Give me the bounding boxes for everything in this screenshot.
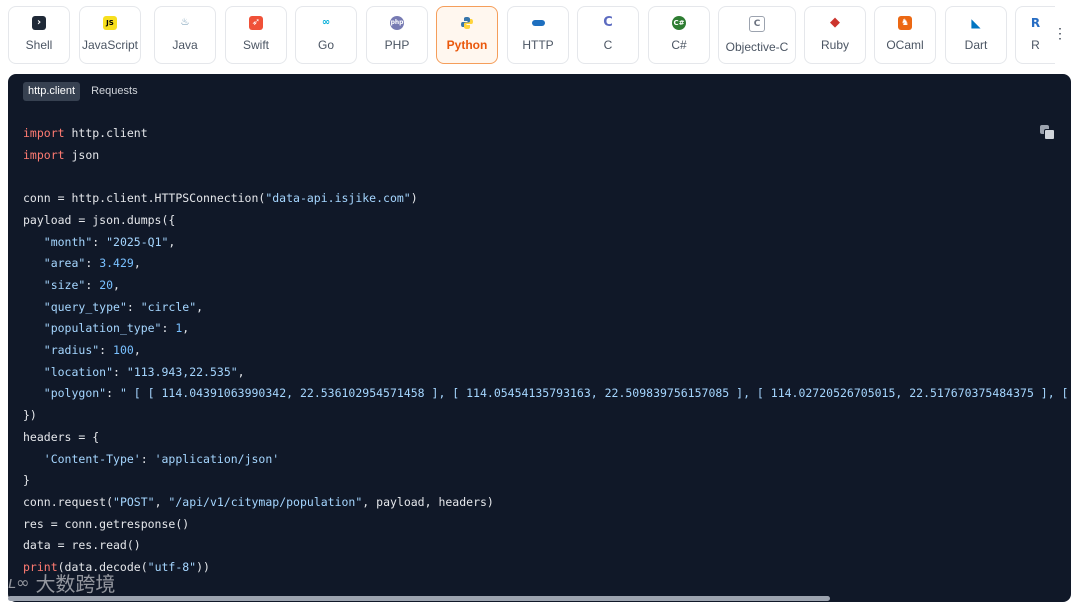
r-icon: R (1030, 16, 1041, 30)
code-block: import http.client import json conn = ht… (23, 126, 1069, 575)
tab-http-client[interactable]: http.client (23, 82, 81, 101)
tab-csharp[interactable]: C# C# (648, 6, 710, 64)
tab-label: Swift (242, 38, 269, 52)
tab-label: Go (317, 38, 334, 52)
tab-objective-c[interactable]: C Objective-C (718, 6, 796, 64)
objective-c-icon: C (749, 16, 765, 32)
library-tabs: http.client Requests (23, 82, 143, 101)
tab-swift[interactable]: ➶ Swift (225, 6, 287, 64)
http-icon (531, 16, 545, 30)
tab-shell[interactable]: › Shell (8, 6, 70, 64)
watermark: ʟ∞ 大数跨境 (8, 568, 115, 597)
watermark-text: 大数跨境 (35, 572, 116, 596)
tab-label: Java (172, 38, 198, 52)
tab-java[interactable]: ♨ Java (154, 6, 216, 64)
terminal-icon: › (32, 16, 46, 30)
tab-javascript[interactable]: JS JavaScript (79, 6, 141, 64)
tab-label: R (1031, 38, 1040, 52)
dart-icon: ◣ (971, 16, 981, 30)
tab-label: Python (446, 38, 488, 52)
go-icon: ∞ (321, 17, 331, 28)
tab-label: C# (671, 38, 687, 52)
tab-r[interactable]: R R (1015, 6, 1055, 64)
more-options-icon[interactable]: ⋮ (1053, 26, 1067, 40)
language-tab-bar: › Shell JS JavaScript ♨ Java ➶ Swift ∞ G… (0, 0, 1080, 72)
tab-label: Ruby (820, 38, 849, 52)
tab-label: JavaScript (81, 38, 139, 52)
tab-python[interactable]: Python (436, 6, 498, 64)
tab-label: Dart (964, 38, 988, 52)
swift-icon: ➶ (249, 16, 263, 30)
watermark-logo-icon: ʟ∞ (8, 573, 30, 592)
tab-label: C (603, 38, 613, 52)
csharp-icon: C# (672, 16, 686, 30)
tab-label: HTTP (522, 38, 554, 52)
ruby-icon: ◆ (830, 15, 840, 30)
tab-requests[interactable]: Requests (86, 82, 142, 101)
c-icon: C (603, 15, 613, 30)
ocaml-icon: ♞ (898, 16, 912, 30)
code-panel: http.client Requests import http.client … (8, 74, 1071, 602)
tab-go[interactable]: ∞ Go (295, 6, 357, 64)
tab-dart[interactable]: ◣ Dart (945, 6, 1007, 64)
tab-label: Objective-C (725, 40, 789, 54)
tab-ruby[interactable]: ◆ Ruby (804, 6, 866, 64)
tab-label: Shell (25, 38, 53, 52)
python-icon (460, 16, 474, 30)
tab-ocaml[interactable]: ♞ OCaml (874, 6, 936, 64)
java-icon: ♨ (180, 17, 190, 28)
tab-php[interactable]: php PHP (366, 6, 428, 64)
horizontal-scrollbar[interactable] (8, 596, 830, 601)
tab-http[interactable]: HTTP (507, 6, 569, 64)
php-icon: php (390, 16, 404, 30)
javascript-icon: JS (103, 16, 117, 30)
tab-label: OCaml (886, 38, 924, 52)
tab-label: PHP (384, 38, 410, 52)
tab-c[interactable]: C C (577, 6, 639, 64)
